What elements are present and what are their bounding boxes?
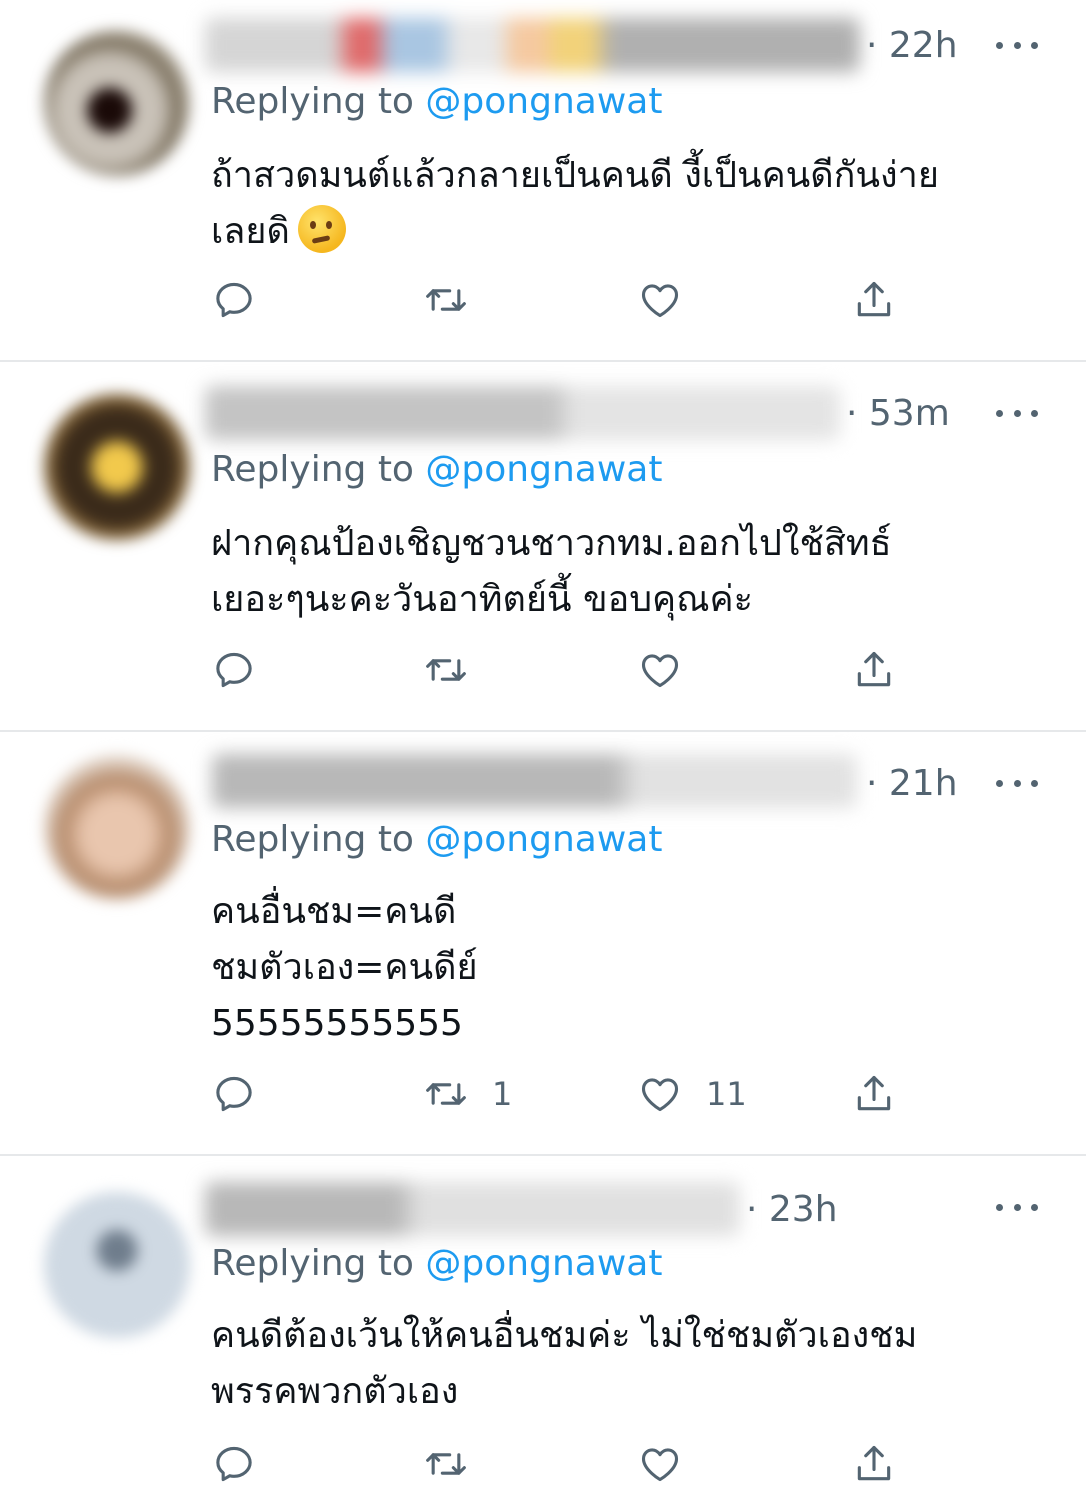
like-button[interactable]: 11 [638, 1070, 747, 1118]
share-button[interactable] [852, 276, 896, 324]
user-name-blurred[interactable] [205, 18, 860, 72]
tweet[interactable]: · 21h Replying to @pongnawat คนอื่นชม=คน… [0, 732, 1086, 1156]
tweet-time[interactable]: · 22h [866, 28, 958, 64]
more-options-button[interactable] [996, 1202, 1038, 1212]
tweet-text: ฝากคุณป้องเชิญชวนชาวกทม.ออกไปใช้สิทธ์ เยอ… [211, 523, 892, 620]
user-name-blurred[interactable] [205, 386, 840, 440]
like-button[interactable] [638, 646, 682, 694]
more-options-button[interactable] [996, 408, 1038, 418]
tweet[interactable]: · 53m Replying to @pongnawat ฝากคุณป้องเ… [0, 362, 1086, 732]
reply-handle-link[interactable]: @pongnawat [425, 1243, 662, 1284]
reply-handle-link[interactable]: @pongnawat [425, 819, 662, 860]
retweet-icon [426, 1083, 466, 1105]
share-icon [857, 651, 891, 687]
more-icon [996, 41, 1003, 49]
more-options-button[interactable] [996, 778, 1038, 788]
like-button[interactable] [638, 1440, 682, 1488]
tweet-text: คนอื่นชม=คนดี ชมตัวเอง=คนดีย์ 55555555555 [211, 891, 478, 1044]
like-icon [641, 1078, 679, 1112]
tweet-text: คนดีต้องเว้นให้คนอื่นชมค่ะ ไม่ใช่ชมตัวเอ… [211, 1315, 918, 1412]
replying-to: Replying to @pongnawat [211, 81, 663, 122]
share-button[interactable] [852, 646, 896, 694]
reply-handle-link[interactable]: @pongnawat [425, 81, 662, 122]
reply-handle-link[interactable]: @pongnawat [425, 449, 662, 490]
retweet-button[interactable]: 1 [424, 1070, 512, 1118]
reply-icon [216, 1446, 252, 1482]
reply-icon [216, 1076, 252, 1112]
more-icon [996, 409, 1003, 417]
avatar[interactable] [44, 394, 190, 540]
retweet-count: 1 [492, 1075, 513, 1113]
more-options-button[interactable] [996, 40, 1038, 50]
retweet-button[interactable] [424, 646, 468, 694]
retweet-icon [426, 659, 466, 681]
reply-icon [216, 282, 252, 318]
retweet-button[interactable] [424, 276, 468, 324]
like-icon [641, 1448, 679, 1482]
reply-button[interactable] [212, 646, 256, 694]
like-count: 11 [706, 1075, 747, 1113]
more-icon [996, 1203, 1003, 1211]
retweet-icon [426, 289, 466, 311]
share-button[interactable] [852, 1070, 896, 1118]
share-icon [857, 281, 891, 317]
like-button[interactable] [638, 276, 682, 324]
replying-to: Replying to @pongnawat [211, 1243, 663, 1284]
user-name-blurred[interactable] [205, 1182, 740, 1236]
like-icon [641, 654, 679, 688]
like-icon [641, 284, 679, 318]
tweet-actions [0, 646, 1086, 694]
share-icon [857, 1075, 891, 1111]
reply-button[interactable] [212, 276, 256, 324]
tweet-time[interactable]: · 21h [866, 766, 958, 802]
reply-icon [216, 652, 252, 688]
tweet[interactable]: · 22h Replying to @pongnawat ถ้าสวดมนต์แ… [0, 0, 1086, 362]
tweet-text: ถ้าสวดมนต์แล้วกลายเป็นคนดี งี้เป็นคนดีกั… [211, 155, 939, 253]
avatar[interactable] [44, 1192, 190, 1338]
more-icon [996, 779, 1003, 787]
replying-to: Replying to @pongnawat [211, 449, 663, 490]
tweet-actions [0, 276, 1086, 324]
thinking-face-emoji [297, 205, 346, 253]
share-icon [857, 1445, 891, 1481]
reply-button[interactable] [212, 1440, 256, 1488]
share-button[interactable] [852, 1440, 896, 1488]
avatar[interactable] [44, 30, 190, 176]
tweet[interactable]: · 23h Replying to @pongnawat คนดีต้องเว้… [0, 1156, 1086, 1510]
tweet-actions [0, 1440, 1086, 1488]
retweet-icon [426, 1453, 466, 1475]
tweet-actions: 1 11 [0, 1070, 1086, 1118]
tweet-time[interactable]: · 53m [846, 396, 950, 432]
reply-button[interactable] [212, 1070, 256, 1118]
tweet-time[interactable]: · 23h [746, 1192, 838, 1228]
user-name-blurred[interactable] [212, 754, 857, 808]
avatar[interactable] [44, 754, 190, 900]
replying-to: Replying to @pongnawat [211, 819, 663, 860]
retweet-button[interactable] [424, 1440, 468, 1488]
